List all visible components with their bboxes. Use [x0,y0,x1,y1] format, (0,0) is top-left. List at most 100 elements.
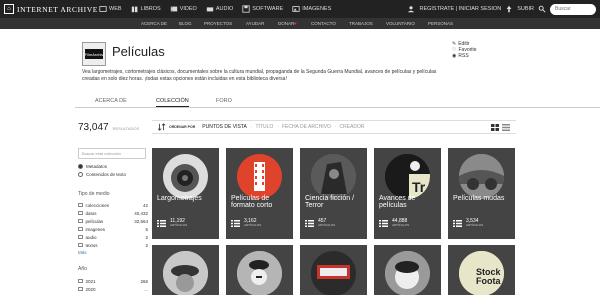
subnav-jobs[interactable]: TRABAJOS [349,21,373,26]
tile-image [237,154,282,199]
tab-forum[interactable]: FORO [216,98,232,104]
subnav-blog[interactable]: BLOG [179,21,192,26]
sort-bar: ORDENAR POR PUNTOS DE VISTA · TÍTULO · F… [152,120,516,134]
nav-video[interactable]: VIDEO [170,5,197,13]
tile-image [163,154,208,199]
page-title: Películas [112,44,165,59]
facet-row[interactable]: 2021 266 [78,277,148,285]
nav-software[interactable]: SOFTWARE [242,5,283,13]
subnav-projects[interactable]: PROYECTOS [204,21,232,26]
search-icon[interactable] [538,5,546,13]
facet-row[interactable]: datos 40,432 [78,209,148,217]
radio-metadata-label: Metadatos [86,164,108,169]
collection-tile[interactable]: Tr Avances de películas 44,888 ARTÍCULOS [374,148,441,239]
facet-row[interactable]: 2020... [78,285,148,293]
tile-image: Tr [385,154,430,199]
collection-tile[interactable]: Ciencia ficción / Terror 457 ARTÍCULOS [300,148,367,239]
sort-creator[interactable]: CREADOR [340,124,365,130]
tile-title: Largometrajes [157,195,202,202]
grid-view-icon[interactable] [491,124,499,131]
nav-images[interactable]: IMAGENES [292,5,331,13]
subnav-donate[interactable]: DONAR [278,21,294,26]
facet-label: colecciones [85,202,110,208]
facet-count: ... [144,286,148,292]
subnav-help[interactable]: AYUDAR [246,21,264,26]
signin-link[interactable]: REGISTRATE | INICIAR SESION [419,6,501,12]
collection-logo: FilmArchiv [82,42,106,66]
nav-audio[interactable]: AUDIO [206,5,233,13]
radio-selected-icon [78,164,83,169]
more-link[interactable]: Más [78,250,148,255]
results-count: 73,047 [78,122,109,133]
collection-actions: ✎ Editir ♡ Favorite ◉ RSS [452,41,477,59]
facet-label: datos [85,210,97,216]
tile-image-text: Stock Foota [476,267,501,286]
facet-row[interactable]: imagenes 5 [78,225,148,233]
media-nav: WEB LIBROS VIDEO AUDIO SOFTWARE IMAGENES [99,3,340,15]
facet-count: 32,564 [134,218,148,224]
collection-search-input[interactable]: Buscar esta colección [78,148,146,159]
subnav-about[interactable]: ACERCA DE [141,21,167,26]
internet-archive-logo[interactable]: ⌂ INTERNET ARCHIVE [4,3,98,15]
facet-count: 42 [142,202,148,208]
heart-icon: ♥ [294,21,297,26]
search-input[interactable] [550,3,596,15]
collection-tile[interactable] [300,245,367,295]
subnav-contact[interactable]: CONTACTO [311,21,336,26]
sort-title[interactable]: TÍTULO [255,124,273,130]
facet-row[interactable]: audio 2 [78,233,148,241]
sort-date-archived[interactable]: FECHA DE ARCHIVO [282,124,331,130]
tile-stats: 11,192 ARTÍCULOS [157,219,187,227]
subnav-people[interactable]: PERSONAS [428,21,453,26]
nav-video-label: VIDEO [179,6,197,12]
radio-metadata[interactable]: Metadatos [78,164,148,169]
checkbox[interactable] [78,218,83,224]
facet-label: 2021 [85,278,96,284]
separator: · [334,124,337,130]
logo-text: INTERNET ARCHIVE [17,4,98,14]
facet-row[interactable]: colecciones 42 [78,201,148,209]
list-view-icon[interactable] [502,124,510,131]
tile-image: Stock Foota [459,251,504,295]
checkbox[interactable] [78,210,83,216]
collection-tile[interactable]: Películas de formato corto 3,162 ARTÍCULO… [226,148,293,239]
tab-about[interactable]: ACERCA DE [95,98,127,104]
checkbox[interactable] [78,226,83,232]
collection-count-icon [231,219,240,227]
nav-images-label: IMAGENES [302,6,332,12]
collection-tile[interactable] [152,245,219,295]
facet-label: imagenes [85,226,106,232]
sort-views[interactable]: PUNTOS DE VISTA [202,124,247,130]
upload-link[interactable]: SUBIR [517,6,534,12]
facet-row[interactable]: películas 32,564 [78,217,148,225]
nav-web-label: WEB [109,6,122,12]
video-icon [170,6,177,12]
checkbox[interactable] [78,286,83,292]
sort-icon [158,123,166,131]
top-nav-bar: ⌂ INTERNET ARCHIVE WEB LIBROS VIDEO AUDI… [0,0,600,18]
facet-row[interactable]: textos 2 [78,241,148,249]
collection-tile[interactable]: Largometrajes 11,192 ARTÍCULOS [152,148,219,239]
collection-count-icon [305,219,314,227]
user-nav: REGISTRATE | INICIAR SESION SUBIR [407,3,596,15]
year-heading: Año [78,266,87,272]
rss-icon: ◉ [452,53,457,59]
upload-icon [506,5,512,13]
radio-text-contents[interactable]: Contenidos de texto [78,172,148,177]
collection-tile[interactable]: Películas mudas 3,534 ARTÍCULOS [448,148,515,239]
checkbox[interactable] [78,242,83,248]
subnav-volunteer[interactable]: VOLUNTARIO [386,21,415,26]
nav-web[interactable]: WEB [99,5,122,13]
nav-books[interactable]: LIBROS [131,5,161,13]
facet-count: 40,432 [134,210,148,216]
facet-label: películas [85,218,104,224]
checkbox[interactable] [78,278,83,284]
checkbox[interactable] [78,202,83,208]
collection-tile[interactable] [374,245,441,295]
tab-collection[interactable]: COLECCIÓN [156,98,189,107]
checkbox[interactable] [78,234,83,240]
collection-tile[interactable]: Stock Foota [448,245,515,295]
rss-action[interactable]: ◉ RSS [452,53,477,59]
collection-tile[interactable] [226,245,293,295]
tile-count-label: ARTÍCULOS [244,223,262,227]
